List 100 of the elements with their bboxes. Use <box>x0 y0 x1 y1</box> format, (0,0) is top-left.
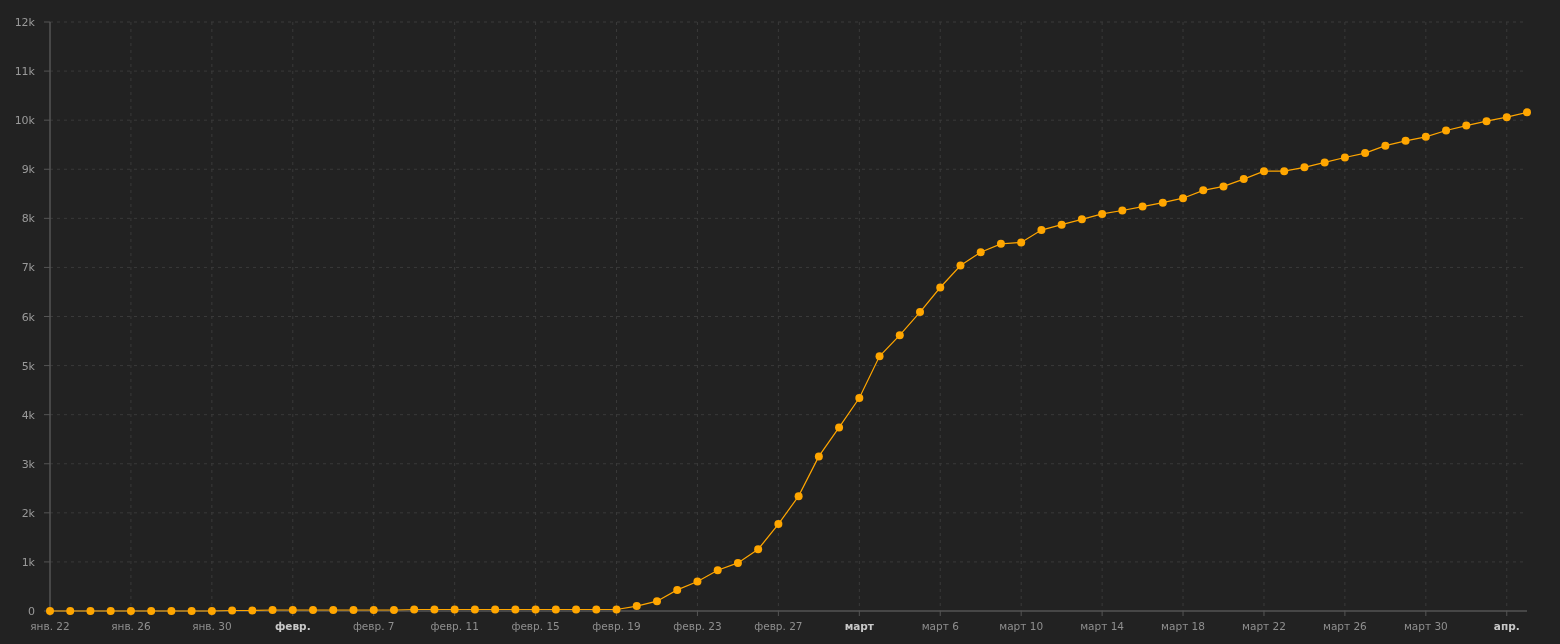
y-axis-label: 2k <box>21 506 35 520</box>
data-point <box>1118 206 1127 215</box>
data-point <box>1421 132 1430 141</box>
data-point <box>673 585 682 594</box>
data-point <box>369 606 378 614</box>
data-point <box>531 605 540 614</box>
data-point <box>1017 238 1026 247</box>
x-axis-label: март 22 <box>1242 620 1286 632</box>
data-point <box>187 607 196 615</box>
data-point <box>1442 126 1451 135</box>
data-point <box>956 261 965 270</box>
data-point <box>1199 186 1208 195</box>
data-point <box>1179 194 1188 203</box>
data-point <box>207 607 216 615</box>
data-point <box>693 577 702 586</box>
data-point <box>835 423 844 432</box>
y-axis-label: 8k <box>21 212 35 226</box>
data-point <box>1138 202 1147 211</box>
x-axis-label: апр. <box>1493 620 1520 632</box>
data-point <box>86 607 95 615</box>
data-point <box>572 605 581 614</box>
y-axis-label: 9k <box>21 163 35 177</box>
y-axis-label: 7k <box>21 261 35 275</box>
data-point <box>1462 121 1471 130</box>
data-point <box>268 606 277 614</box>
x-axis-label: февр. 15 <box>511 620 560 632</box>
data-point <box>592 605 601 614</box>
data-point <box>430 605 439 614</box>
data-point <box>1381 141 1390 150</box>
data-point <box>66 607 75 615</box>
x-axis-label: март 14 <box>1080 620 1125 632</box>
y-axis-label: 3k <box>21 457 35 471</box>
x-axis-label: февр. 19 <box>592 620 641 632</box>
y-axis-label: 10k <box>14 114 35 128</box>
data-point <box>1523 108 1531 117</box>
data-point <box>1158 198 1167 207</box>
data-point <box>106 607 115 615</box>
data-point <box>1401 136 1410 145</box>
y-axis-label: 4k <box>21 408 35 422</box>
data-point <box>1340 153 1349 162</box>
x-axis-label: февр. 23 <box>673 620 722 632</box>
data-point <box>1219 182 1228 191</box>
data-point <box>1300 163 1309 172</box>
data-point <box>511 605 520 614</box>
data-point <box>410 605 419 614</box>
data-point <box>713 566 722 575</box>
data-point <box>309 606 318 614</box>
y-axis-label: 11k <box>14 65 35 79</box>
data-point <box>1077 215 1086 224</box>
data-point <box>875 352 884 361</box>
data-point <box>653 597 661 606</box>
x-axis-label: март <box>844 620 874 632</box>
x-axis-label: март 30 <box>1403 620 1448 632</box>
x-axis-label: февр. <box>274 620 311 632</box>
data-point <box>1280 167 1289 176</box>
data-point <box>167 607 176 615</box>
x-axis-label: янв. 30 <box>192 620 232 632</box>
data-point <box>1502 113 1511 122</box>
x-axis-label: март 18 <box>1161 620 1205 632</box>
data-point <box>46 607 54 615</box>
x-axis-label: янв. 26 <box>111 620 151 632</box>
data-point <box>1098 209 1107 218</box>
data-point <box>1239 175 1248 184</box>
data-point <box>126 607 135 615</box>
data-point <box>450 605 459 614</box>
data-point <box>855 394 864 402</box>
data-point <box>1037 226 1046 235</box>
data-point <box>996 239 1005 248</box>
data-point <box>794 492 803 501</box>
x-axis-label: март 6 <box>921 620 959 632</box>
x-axis-label: февр. 11 <box>430 620 479 632</box>
data-point <box>248 606 257 615</box>
data-point <box>329 606 338 614</box>
data-point <box>288 606 297 614</box>
data-point <box>916 308 924 317</box>
data-point <box>491 605 500 614</box>
data-point <box>551 605 560 614</box>
data-point <box>976 248 985 257</box>
data-point <box>1057 220 1066 229</box>
y-axis-label: 0 <box>28 605 35 618</box>
data-point <box>936 283 945 292</box>
data-point <box>147 607 156 615</box>
data-point <box>1482 117 1491 126</box>
data-point <box>349 606 358 614</box>
x-axis-label: янв. 22 <box>30 620 70 632</box>
data-point <box>612 605 621 614</box>
y-axis-label: 6k <box>21 310 35 324</box>
data-point <box>1361 149 1370 158</box>
data-point <box>814 452 823 461</box>
data-point <box>470 605 479 614</box>
x-axis-label: февр. 27 <box>754 620 803 632</box>
data-point <box>389 606 398 614</box>
data-point <box>228 606 237 615</box>
x-axis-label: март 10 <box>999 620 1044 632</box>
x-axis-label: февр. 7 <box>352 620 395 632</box>
data-point <box>733 558 742 567</box>
data-point <box>1259 167 1268 176</box>
y-axis-label: 1k <box>21 555 35 569</box>
data-point <box>754 545 763 554</box>
data-point <box>632 602 641 611</box>
